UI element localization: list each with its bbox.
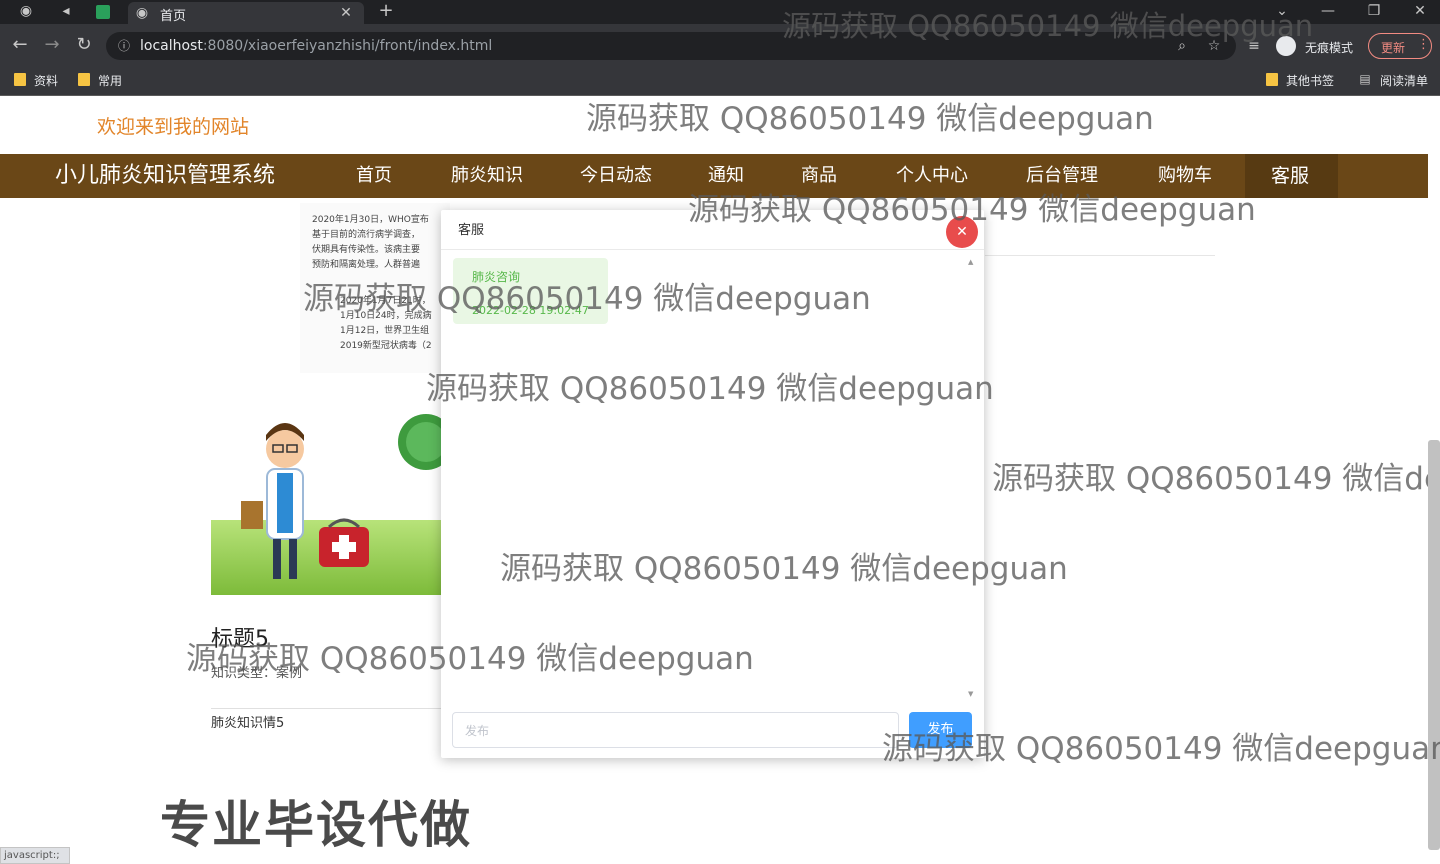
doc-line: 预防和隔离处理。人群普遍 — [312, 260, 421, 270]
tab-home[interactable]: ◉ 首页 ✕ — [128, 2, 364, 24]
back-icon[interactable]: ← — [8, 34, 32, 56]
bookmark-changyong[interactable]: 常用 — [98, 72, 122, 89]
info-icon[interactable]: ⓘ — [114, 35, 134, 57]
chat-scrollbar[interactable]: ▲ ▼ — [968, 258, 974, 698]
watermark-text: 源码获取 QQ86050149 微信deepguan — [500, 551, 1068, 587]
nav-service-active[interactable]: 客服 — [1245, 154, 1338, 198]
speaker-icon[interactable]: ◂ — [54, 0, 78, 22]
reload-icon[interactable]: ↻ — [72, 34, 96, 56]
promo-banner: 专业毕设代做 — [160, 796, 472, 854]
tab-title: 首页 — [160, 9, 187, 24]
page-scrollbar-thumb[interactable] — [1428, 440, 1440, 850]
new-tab-icon[interactable]: + — [374, 0, 398, 22]
dialog-title: 客服 — [458, 223, 485, 238]
doc-line: 2019新型冠状病毒（2 — [340, 341, 432, 351]
globe-icon[interactable]: ◉ — [14, 0, 38, 22]
folder-icon — [78, 73, 90, 86]
doc-line: 1月12日，世界卫生组 — [340, 326, 430, 336]
other-bookmarks[interactable]: 其他书签 — [1286, 72, 1334, 89]
doctor-illustration — [211, 397, 443, 595]
reading-list-icon: ▤ — [1359, 72, 1371, 86]
update-label: 更新 — [1381, 41, 1406, 55]
watermark-text: 源码获取 QQ86050149 微信deepguan — [882, 731, 1440, 767]
watermark-text: 源码获取 QQ86050149 微信deepguan — [782, 9, 1314, 43]
card-detail: 肺炎知识情5 — [211, 716, 285, 731]
input-placeholder: 发布 — [465, 724, 490, 738]
chat-input[interactable]: 发布 — [452, 712, 899, 748]
watermark-text: 源码获取 QQ86050149 微信deepguan — [992, 461, 1428, 497]
doc-line: 伏期具有传染性。该病主要 — [312, 245, 421, 255]
watermark-text: 源码获取 QQ86050149 微信deepguan — [586, 101, 1154, 137]
scroll-up-icon[interactable]: ▲ — [968, 258, 973, 266]
globe-icon: ◉ — [135, 5, 149, 21]
sheet-icon[interactable] — [96, 5, 110, 19]
divider — [211, 708, 443, 709]
divider — [985, 255, 1215, 256]
doc-line: 基于目前的流行病学调查， — [312, 230, 421, 240]
menu-icon: ⋮ — [1417, 37, 1430, 52]
watermark-text: 源码获取 QQ86050149 微信deepguan — [688, 192, 1256, 228]
url-host: localhost — [140, 38, 203, 54]
status-bar: javascript:; — [0, 847, 70, 864]
doctor-cartoon-icon — [241, 414, 443, 579]
watermark-text: 源码获取 QQ86050149 微信deepguan — [303, 281, 871, 317]
reading-list[interactable]: 阅读清单 — [1380, 72, 1428, 89]
scroll-down-icon[interactable]: ▼ — [968, 690, 973, 698]
minimize-icon[interactable]: — — [1318, 0, 1338, 22]
restore-icon[interactable]: ❐ — [1364, 0, 1384, 22]
nav-home[interactable]: 首页 — [356, 154, 392, 198]
nav-today-news[interactable]: 今日动态 — [580, 154, 652, 198]
nav-pneumonia-knowledge[interactable]: 肺炎知识 — [451, 154, 523, 198]
nav-service: 客服 — [1271, 165, 1310, 187]
site-brand[interactable]: 小儿肺炎知识管理系统 — [55, 154, 275, 198]
forward-icon[interactable]: → — [40, 34, 64, 56]
close-window-icon[interactable]: ✕ — [1410, 0, 1430, 22]
watermark-text: 源码获取 QQ86050149 微信deepguan — [186, 641, 754, 677]
folder-icon — [1266, 73, 1278, 86]
update-button[interactable]: 更新 ⋮ — [1368, 33, 1432, 59]
close-tab-icon[interactable]: ✕ — [336, 2, 356, 24]
bookmark-ziliao[interactable]: 资料 — [34, 72, 58, 89]
doc-line: 2020年1月30日，WHO宣布 — [312, 215, 429, 225]
folder-icon — [14, 73, 26, 86]
url-path: :8080/xiaoerfeiyanzhishi/front/index.htm… — [202, 38, 493, 54]
watermark-text: 源码获取 QQ86050149 微信deepguan — [426, 371, 994, 407]
bookmarks-bar: 资料 常用 其他书签 ▤ 阅读清单 — [0, 64, 1440, 96]
welcome-text: 欢迎来到我的网站 — [97, 116, 250, 138]
